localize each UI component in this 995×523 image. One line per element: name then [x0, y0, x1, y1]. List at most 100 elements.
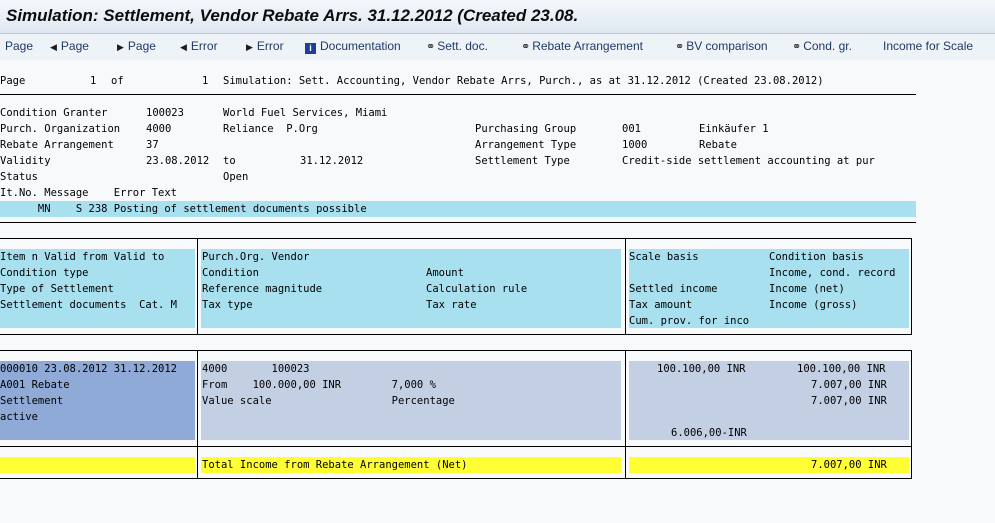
item-settlement-status[interactable]: active	[0, 409, 38, 425]
purch-org-name: Reliance P.Org	[223, 123, 318, 135]
purch-org-label: Purch. Organization	[0, 123, 121, 135]
col-header-settled-income: Settled income	[629, 283, 718, 295]
purch-org-value[interactable]: 4000	[146, 121, 171, 137]
purch-group-label: Purchasing Group	[475, 123, 577, 135]
arrangement-type-value: 1000	[622, 139, 648, 151]
next-page-label: Page	[127, 39, 156, 53]
table-bottom-border	[0, 478, 912, 479]
previous-error-label: Error	[190, 39, 218, 53]
purch-group-value: 001	[622, 123, 641, 135]
documentation-label: Documentation	[320, 39, 401, 53]
item-reference-magnitude: Value scale Percentage	[202, 395, 455, 407]
of-label: of	[111, 75, 124, 87]
item-type-of-settlement[interactable]: Settlement	[0, 393, 63, 409]
col-header-settlement-documents: Settlement documents Cat. M	[0, 299, 178, 311]
condition-granter-value[interactable]: 100023	[146, 105, 184, 121]
condition-group-button[interactable]: ⚭ Cond. gr.	[792, 39, 852, 53]
table-data-top-border	[0, 350, 912, 351]
table-header-bottom-border	[0, 334, 912, 335]
triangle-left-icon: ◀	[50, 42, 57, 52]
settlement-type-label: Settlement Type	[475, 155, 570, 167]
title-bar: Simulation: Settlement, Vendor Rebate Ar…	[0, 0, 995, 34]
settlement-type-value: Credit-side settlement accounting at pur	[622, 155, 875, 167]
condition-group-label: Cond. gr.	[803, 39, 852, 53]
info-separator	[0, 222, 916, 223]
purch-group-name: Einkäufer 1	[699, 123, 769, 135]
list-description: Simulation: Sett. Accounting, Vendor Reb…	[223, 75, 824, 87]
previous-page-button[interactable]: ◀ Page	[50, 39, 89, 53]
glasses-icon: ⚭	[792, 41, 802, 53]
first-page-label: Page	[5, 39, 34, 53]
previous-error-button[interactable]: ◀ Error	[180, 39, 218, 53]
validity-from: 23.08.2012	[146, 155, 210, 167]
col-header-cum-prov: Cum. prov. for inco	[629, 315, 750, 327]
item-purch-org-vendor[interactable]: 4000 100023	[202, 361, 309, 377]
validity-to-label: to	[223, 155, 236, 167]
table-header-divider-1	[197, 238, 198, 334]
next-page-button[interactable]: ▶ Page	[117, 39, 156, 53]
next-error-button[interactable]: ▶ Error	[246, 39, 284, 53]
col-header-income-gross: Income (gross)	[769, 299, 858, 311]
message-row[interactable]: MN S 238 Posting of settlement documents…	[0, 201, 367, 217]
col-header-calculation-rule: Calculation rule	[426, 283, 528, 295]
table-header-top-border	[0, 238, 912, 239]
income-for-scale-button[interactable]: Income for Scale	[883, 39, 973, 53]
triangle-right-icon: ▶	[117, 42, 124, 52]
item-condition-type[interactable]: A001 Rebate	[0, 377, 70, 393]
settlement-document-button[interactable]: ⚭ Sett. doc.	[426, 39, 488, 53]
first-page-button[interactable]: Page	[5, 39, 33, 53]
col-header-amount: Amount	[426, 267, 464, 279]
income-for-scale-label: Income for Scale	[883, 39, 974, 53]
settlement-document-label: Sett. doc.	[437, 39, 488, 53]
table-data-divider-1	[197, 350, 198, 478]
list-output: Page 1 of 1 Simulation: Sett. Accounting…	[0, 60, 995, 523]
col-header-tax-amount: Tax amount	[629, 299, 693, 311]
item-scale-basis: 100.100,00 INR	[657, 363, 746, 375]
col-header-income-cond-record: Income, cond. record	[769, 267, 896, 279]
triangle-right-icon: ▶	[246, 42, 253, 52]
glasses-icon: ⚭	[521, 41, 531, 53]
col-header-condition: Condition	[202, 267, 259, 279]
header-separator	[0, 94, 916, 95]
col-header-tax-type: Tax type	[202, 299, 253, 311]
page-total: 1	[202, 75, 209, 87]
item-income-net: 7.007,00 INR	[811, 395, 887, 407]
previous-page-label: Page	[60, 39, 89, 53]
item-cum-prov: 6.006,00-INR	[671, 427, 747, 439]
window-title: Simulation: Settlement, Vendor Rebate Ar…	[6, 6, 579, 25]
validity-label: Validity	[0, 155, 51, 167]
validity-to: 31.12.2012	[300, 155, 364, 167]
condition-granter-name: World Fuel Services, Miami	[223, 107, 388, 119]
item-line[interactable]: 000010 23.08.2012 31.12.2012	[0, 361, 177, 377]
page-number: 1	[90, 75, 97, 87]
bv-comparison-label: BV comparison	[686, 39, 768, 53]
glasses-icon: ⚭	[426, 41, 436, 53]
status-value: Open	[223, 171, 249, 183]
table-data-divider-2	[625, 350, 626, 478]
col-header-condition-basis: Condition basis	[769, 251, 864, 263]
table-header-divider-2	[625, 238, 626, 334]
item-income-cond-record: 7.007,00 INR	[811, 379, 887, 391]
arrangement-type-name: Rebate	[699, 139, 737, 151]
total-separator	[0, 446, 912, 447]
col-header-item: Item n Valid from Valid to	[0, 251, 165, 263]
info-icon: i	[305, 43, 316, 54]
rebate-arrangement-button[interactable]: ⚭ Rebate Arrangement	[521, 39, 643, 53]
rebate-arrangement-label: Rebate Arrangement	[532, 39, 643, 53]
documentation-button[interactable]: i Documentation	[305, 39, 401, 54]
rebate-arrangement-label: Rebate Arrangement	[0, 139, 114, 151]
table-header-right-border	[911, 238, 912, 334]
bv-comparison-button[interactable]: ⚭ BV comparison	[675, 39, 768, 53]
col-header-type-of-settlement: Type of Settlement	[0, 283, 114, 295]
col-header-condition-type: Condition type	[0, 267, 89, 279]
rebate-arrangement-value[interactable]: 37	[146, 137, 159, 153]
col-header-scale-basis: Scale basis	[629, 251, 699, 263]
item-condition-basis: 100.100,00 INR	[797, 363, 886, 375]
total-label: Total Income from Rebate Arrangement (Ne…	[202, 459, 468, 471]
total-value: 7.007,00 INR	[811, 459, 887, 471]
col-header-purch-org-vendor: Purch.Org. Vendor	[202, 251, 310, 263]
table-data-right-border	[911, 350, 912, 478]
col-header-tax-rate: Tax rate	[426, 299, 477, 311]
condition-granter-label: Condition Granter	[0, 107, 108, 119]
col-header-income-net: Income (net)	[769, 283, 845, 295]
